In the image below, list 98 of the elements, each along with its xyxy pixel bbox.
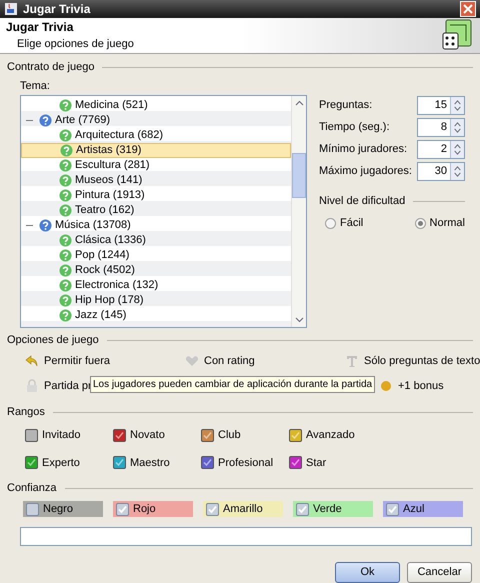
question-mark-icon — [59, 99, 72, 112]
spinner-label: Mínimo juradores: — [319, 142, 408, 158]
trust-checkbox[interactable] — [296, 502, 309, 516]
game-board-dice-icon — [442, 19, 472, 52]
question-mark-icon — [59, 234, 72, 247]
rank-label: Avanzado — [306, 428, 355, 443]
question-mark-icon — [59, 279, 72, 292]
spinner-arrows-icon[interactable] — [450, 97, 464, 114]
tooltip: Los jugadores pueden cambiar de aplicación durante la partida — [90, 376, 376, 393]
trust-option[interactable]: Azul — [383, 501, 463, 517]
question-mark-icon — [59, 159, 72, 172]
option-toggle[interactable]: Con rating — [185, 353, 345, 370]
option-toggle[interactable]: +1 bonus — [379, 378, 480, 394]
topic-tree[interactable] — [20, 95, 307, 328]
option-toggle[interactable]: Sólo preguntas de texto — [345, 353, 480, 370]
question-mark-icon — [59, 264, 72, 277]
return-arrow-icon — [25, 354, 39, 368]
question-mark-icon — [59, 204, 72, 217]
scroll-thumb[interactable] — [292, 153, 306, 198]
question-mark-icon — [59, 294, 72, 307]
question-mark-icon — [60, 144, 73, 157]
section-title: Rangos — [7, 404, 45, 420]
difficulty-radio[interactable]: Normal — [414, 215, 465, 232]
question-mark-icon — [59, 189, 72, 202]
tree-label: Tema: — [20, 78, 50, 94]
tree-item[interactable]: Pop (1244) — [21, 248, 291, 263]
tree-item[interactable]: Pintura (1913) — [21, 188, 291, 203]
trust-option[interactable]: Verde — [293, 501, 373, 517]
rank-label: Club — [218, 428, 241, 443]
spinner-label: Máximo jugadores: — [319, 164, 412, 180]
tree-item[interactable]: Museos (141) — [21, 173, 291, 188]
question-mark-icon — [59, 309, 72, 322]
tree-item[interactable]: Hip Hop (178) — [21, 293, 291, 308]
trust-option[interactable]: Negro — [23, 501, 103, 517]
close-button[interactable] — [460, 1, 476, 17]
number-spinner[interactable]: 2 — [417, 140, 465, 159]
rank-checkbox[interactable] — [201, 428, 214, 442]
question-mark-icon — [39, 219, 52, 232]
tree-item[interactable]: Medicina (521) — [21, 98, 291, 113]
tree-item[interactable]: Electronica (132) — [21, 278, 291, 293]
tree-item[interactable]: Escultura (281) — [21, 158, 291, 173]
trust-option[interactable]: Rojo — [113, 501, 193, 517]
rank-checkbox[interactable] — [113, 428, 126, 442]
number-spinner[interactable]: 15 — [417, 96, 465, 115]
rank-checkbox[interactable] — [201, 456, 214, 470]
trust-option[interactable]: Amarillo — [203, 501, 283, 517]
question-mark-icon — [39, 114, 52, 127]
close-icon — [463, 4, 473, 14]
spinner-arrows-icon[interactable] — [450, 163, 464, 180]
question-mark-icon — [59, 129, 72, 142]
spinner-arrows-icon[interactable] — [450, 119, 464, 136]
tree-item[interactable]: Jazz (145) — [21, 308, 291, 323]
question-mark-icon — [59, 174, 72, 187]
number-spinner[interactable]: 30 — [417, 162, 465, 181]
padlock-icon — [25, 378, 39, 393]
tree-item[interactable]: Teatro (162) — [21, 203, 291, 218]
spinner-label: Preguntas: — [319, 98, 372, 114]
dialog-button[interactable]: Ok — [335, 562, 400, 583]
scrollbar[interactable] — [291, 96, 306, 327]
rank-label: Profesional — [218, 456, 274, 470]
window-title: Jugar Trivia — [23, 1, 92, 18]
heart-icon — [185, 354, 199, 368]
input-field[interactable] — [20, 527, 472, 546]
header-subtitle: Elige opciones de juego — [16, 37, 135, 52]
rank-checkbox[interactable] — [289, 428, 302, 442]
header-title: Jugar Trivia — [6, 19, 74, 36]
rank-checkbox[interactable] — [25, 456, 38, 470]
difficulty-radio[interactable]: Fácil — [325, 215, 364, 232]
trust-checkbox[interactable] — [26, 502, 39, 516]
trust-checkbox[interactable] — [206, 502, 219, 516]
section-title: Opciones de juego — [7, 332, 99, 348]
tree-item[interactable]: Música (13708) — [21, 218, 291, 233]
rank-checkbox[interactable] — [289, 456, 302, 470]
trust-checkbox[interactable] — [386, 502, 399, 516]
tree-item[interactable]: Clásica (1336) — [21, 233, 291, 248]
option-toggle[interactable]: Permitir fuera — [25, 353, 185, 370]
trust-checkbox[interactable] — [116, 502, 129, 516]
rank-label: Maestro — [130, 456, 170, 470]
question-mark-icon — [59, 249, 72, 262]
section-title: Nivel de dificultad — [319, 194, 406, 209]
rank-checkbox[interactable] — [25, 428, 38, 442]
rank-label: Star — [306, 456, 326, 470]
section-title: Confianza — [7, 480, 57, 496]
number-spinner[interactable]: 8 — [417, 118, 465, 137]
rank-checkbox[interactable] — [113, 456, 126, 470]
rank-label: Invitado — [42, 428, 81, 443]
rank-label: Novato — [130, 428, 165, 443]
rank-label: Experto — [42, 456, 80, 470]
text-letter-icon — [345, 354, 359, 368]
tree-item[interactable]: Rock (4502) — [21, 263, 291, 278]
dialog-button[interactable]: Cancelar — [407, 562, 472, 583]
tree-item[interactable]: Arquitectura (682) — [21, 128, 291, 143]
section-title: Contrato de juego — [7, 60, 94, 76]
spinner-label: Tiempo (seg.): — [319, 120, 390, 136]
spinner-arrows-icon[interactable] — [450, 141, 464, 158]
tree-item[interactable]: Artistas (319) — [21, 143, 291, 158]
coffee-cup-icon — [4, 2, 18, 16]
tree-item[interactable]: Arte (7769) — [21, 113, 291, 128]
